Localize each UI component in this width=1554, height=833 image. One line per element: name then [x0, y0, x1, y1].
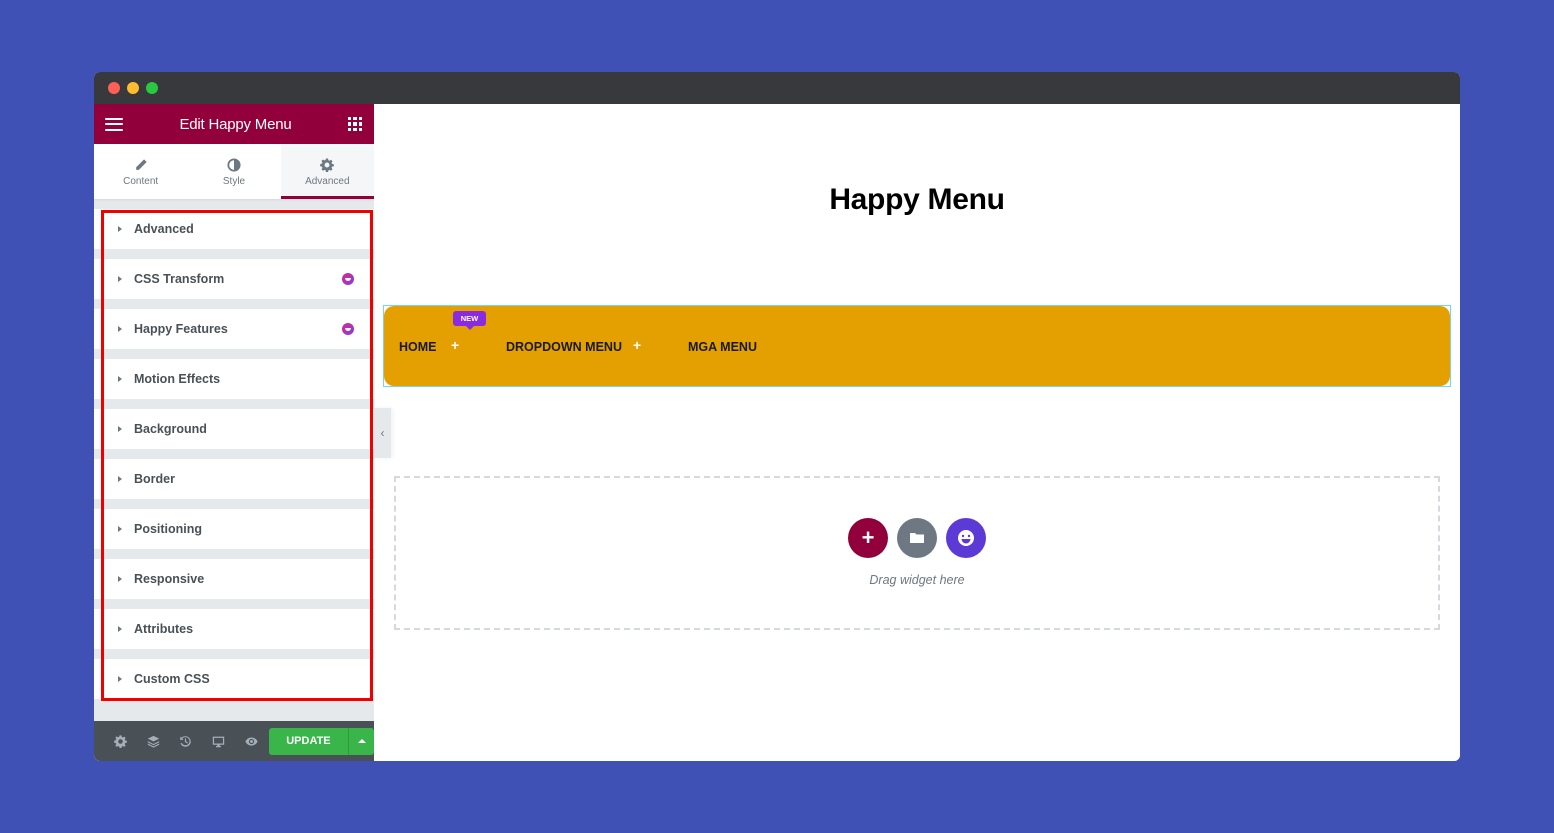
section-label: Responsive [134, 572, 205, 586]
collapse-sidebar-button[interactable]: ‹ [374, 408, 391, 458]
pencil-icon [135, 159, 147, 170]
advanced-sections-list: Advanced CSS Transform Happy Features Mo… [94, 209, 374, 709]
update-button[interactable]: UPDATE [268, 727, 349, 755]
happy-face-icon [958, 530, 974, 546]
caret-right-icon [118, 526, 122, 532]
sidebar-footer: UPDATE [94, 721, 374, 761]
tab-advanced-label: Advanced [305, 176, 350, 187]
gear-icon [320, 158, 335, 172]
maximize-window-button[interactable] [146, 82, 158, 94]
section-label: Border [134, 472, 175, 486]
happy-addons-badge-icon [342, 273, 354, 285]
new-badge: NEW [453, 311, 486, 330]
caret-right-icon [118, 676, 122, 682]
caret-right-icon [118, 226, 122, 232]
add-section-button[interactable]: + [848, 518, 888, 558]
submenu-plus-icon[interactable]: + [451, 337, 459, 353]
section-label: CSS Transform [134, 272, 225, 286]
happy-templates-button[interactable] [946, 518, 986, 558]
menu-bar: HOME NEW + DROPDOWN MENU + MGA MENU [384, 306, 1450, 386]
history-icon[interactable] [170, 735, 203, 748]
section-label: Advanced [134, 222, 194, 236]
section-custom-css[interactable]: Custom CSS [94, 659, 374, 699]
section-advanced[interactable]: Advanced [94, 209, 374, 249]
section-label: Background [134, 422, 207, 436]
caret-right-icon [118, 426, 122, 432]
menu-item-home[interactable]: HOME [399, 340, 437, 354]
caret-right-icon [118, 376, 122, 382]
responsive-mode-icon[interactable] [202, 735, 235, 748]
section-happy-features[interactable]: Happy Features [94, 309, 374, 349]
contrast-icon [227, 158, 241, 172]
close-window-button[interactable] [108, 82, 120, 94]
section-label: Happy Features [134, 322, 228, 336]
panel-tabs: Content Style Advanced [94, 144, 374, 199]
happy-addons-badge-icon [342, 323, 354, 335]
sidebar-header: Edit Happy Menu [94, 104, 374, 144]
caret-right-icon [118, 576, 122, 582]
menu-item-mga-menu[interactable]: MGA MENU [688, 340, 757, 354]
caret-up-icon [357, 739, 366, 743]
section-motion-effects[interactable]: Motion Effects [94, 359, 374, 399]
widgets-grid-icon[interactable] [347, 117, 362, 131]
hamburger-menu-icon[interactable] [105, 117, 123, 131]
editor-sidebar: Edit Happy Menu Content Style Advanced A… [94, 104, 374, 761]
caret-right-icon [118, 476, 122, 482]
section-label: Custom CSS [134, 672, 210, 686]
menu-item-dropdown-menu[interactable]: DROPDOWN MENU [506, 340, 622, 354]
caret-right-icon [118, 326, 122, 332]
window-titlebar [94, 72, 1460, 104]
layers-icon[interactable] [137, 735, 170, 748]
section-css-transform[interactable]: CSS Transform [94, 259, 374, 299]
widget-dropzone[interactable]: + Drag widget here [394, 476, 1440, 630]
tab-content-label: Content [123, 176, 159, 187]
section-positioning[interactable]: Positioning [94, 509, 374, 549]
preview-eye-icon[interactable] [235, 735, 268, 748]
section-border[interactable]: Border [94, 459, 374, 499]
caret-right-icon [118, 276, 122, 282]
dropzone-buttons: + [396, 518, 1438, 558]
section-attributes[interactable]: Attributes [94, 609, 374, 649]
submenu-plus-icon[interactable]: + [633, 337, 641, 353]
section-responsive[interactable]: Responsive [94, 559, 374, 599]
caret-right-icon [118, 626, 122, 632]
tab-style[interactable]: Style [187, 144, 280, 199]
folder-icon [910, 533, 924, 543]
browser-window: Edit Happy Menu Content Style Advanced A… [94, 72, 1460, 761]
section-background[interactable]: Background [94, 409, 374, 449]
tab-advanced[interactable]: Advanced [280, 144, 374, 199]
tab-content[interactable]: Content [94, 144, 187, 199]
settings-icon[interactable] [104, 734, 137, 748]
page-heading: Happy Menu [829, 183, 1005, 216]
minimize-window-button[interactable] [127, 82, 139, 94]
tab-style-label: Style [222, 176, 246, 187]
add-template-button[interactable] [897, 518, 937, 558]
happy-menu-widget[interactable]: HOME NEW + DROPDOWN MENU + MGA MENU [383, 305, 1451, 387]
update-options-button[interactable] [348, 727, 374, 755]
sidebar-title: Edit Happy Menu [179, 115, 292, 133]
preview-canvas: Happy Menu HOME NEW + DROPDOWN MENU + MG… [374, 104, 1460, 761]
section-label: Motion Effects [134, 372, 221, 386]
dropzone-hint: Drag widget here [869, 573, 965, 587]
section-label: Attributes [134, 622, 194, 636]
chevron-left-icon: ‹ [380, 426, 385, 440]
section-label: Positioning [134, 522, 203, 536]
